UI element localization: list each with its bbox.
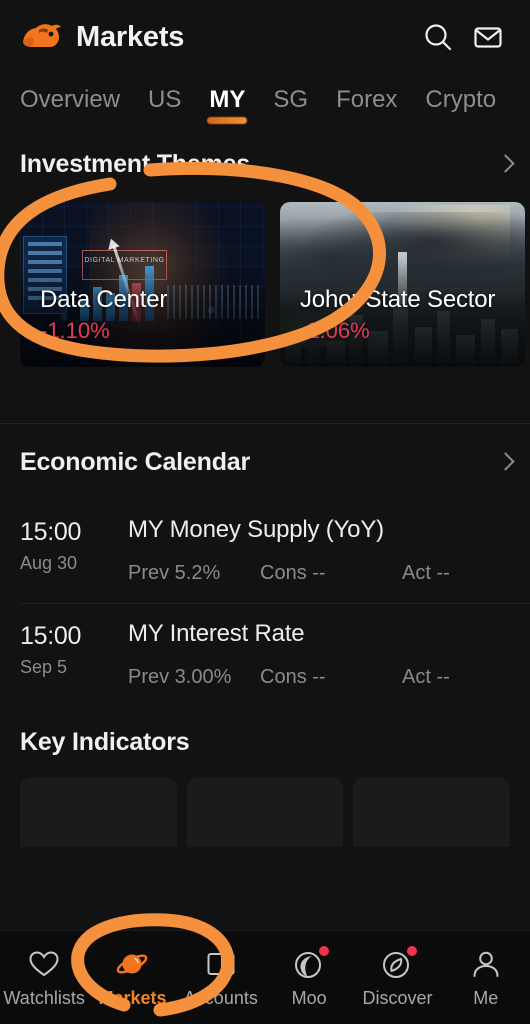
- calendar-cons: Cons --: [260, 666, 326, 688]
- calendar-stats: Prev 5.2% Cons -- Act --: [128, 562, 510, 585]
- bottom-navigation: Watchlists Markets Accounts Moo Discover…: [0, 930, 530, 1024]
- app-header: Markets: [0, 0, 530, 74]
- tab-overview[interactable]: Overview: [20, 85, 120, 115]
- chevron-right-icon[interactable]: [499, 154, 510, 174]
- calendar-time: 15:00: [20, 622, 82, 650]
- nav-item-me[interactable]: Me: [442, 947, 530, 1008]
- calendar-act: Act --: [402, 562, 450, 584]
- card-icon: [204, 947, 238, 981]
- key-indicators-cards: [0, 777, 530, 847]
- nav-item-moo[interactable]: Moo: [265, 946, 353, 1008]
- search-icon[interactable]: [416, 15, 460, 59]
- notification-badge: [319, 946, 330, 956]
- calendar-event: MY Money Supply (YoY): [128, 516, 384, 543]
- theme-change: -1.10%: [40, 318, 110, 343]
- key-indicators-title: Key Indicators: [20, 727, 190, 756]
- page-title: Markets: [76, 20, 185, 53]
- calendar-date: Aug 30: [20, 553, 78, 573]
- calendar-prev: Prev 3.00%: [128, 666, 232, 688]
- economic-calendar-header[interactable]: Economic Calendar: [0, 424, 530, 500]
- economic-calendar-section: Economic Calendar 15:00 Aug 30 MY Money …: [0, 424, 530, 707]
- table-row[interactable]: 15:00 Sep 5 MY Interest Rate Prev 3.00% …: [0, 604, 530, 707]
- tab-forex[interactable]: Forex: [336, 85, 397, 115]
- nav-label: Discover: [362, 988, 433, 1008]
- key-indicator-card[interactable]: [186, 777, 344, 847]
- nav-label: Moo: [291, 988, 327, 1008]
- calendar-date: Sep 5: [20, 657, 68, 677]
- nav-item-accounts[interactable]: Accounts: [177, 947, 265, 1008]
- nav-label: Accounts: [183, 988, 258, 1008]
- heart-icon: [27, 947, 61, 981]
- theme-card-data-center[interactable]: DIGITAL MARKETING Data Center -1.10%: [20, 202, 265, 367]
- compass-icon: [380, 946, 418, 981]
- calendar-when: 15:00 Sep 5: [20, 618, 114, 689]
- section-gap: [0, 377, 530, 423]
- moomoo-bull-logo: [20, 20, 64, 54]
- tab-us[interactable]: US: [148, 85, 181, 115]
- nav-label: Me: [473, 988, 499, 1008]
- nav-item-markets[interactable]: Markets: [88, 947, 176, 1008]
- market-tabs[interactable]: Overview US MY SG Forex Crypto: [0, 74, 530, 126]
- notification-badge: [407, 946, 418, 956]
- tab-crypto[interactable]: Crypto: [425, 85, 496, 115]
- chevron-right-icon[interactable]: [499, 452, 510, 472]
- nav-label: Markets: [98, 988, 167, 1008]
- calendar-act: Act --: [402, 666, 450, 688]
- theme-name: Johor State Sector: [300, 286, 496, 313]
- economic-calendar-title: Economic Calendar: [20, 447, 250, 476]
- theme-card-list: DIGITAL MARKETING Data Center -1.10%: [20, 202, 525, 377]
- calendar-stats: Prev 3.00% Cons -- Act --: [128, 666, 510, 689]
- markets-screen: Markets Overview US MY SG Forex Crypto I…: [0, 0, 530, 1024]
- calendar-time: 15:00: [20, 518, 82, 546]
- nav-item-watchlists[interactable]: Watchlists: [0, 947, 88, 1008]
- mail-icon[interactable]: [466, 15, 510, 59]
- table-row[interactable]: 15:00 Aug 30 MY Money Supply (YoY) Prev …: [0, 500, 530, 603]
- tab-my[interactable]: MY: [209, 85, 245, 115]
- nav-item-discover[interactable]: Discover: [353, 946, 441, 1008]
- person-icon: [469, 947, 503, 981]
- calendar-body: MY Money Supply (YoY) Prev 5.2% Cons -- …: [114, 514, 510, 585]
- calendar-event: MY Interest Rate: [128, 620, 305, 647]
- theme-name: Data Center: [40, 286, 168, 313]
- investment-themes-title: Investment Themes: [20, 149, 251, 178]
- key-indicator-card[interactable]: [353, 777, 511, 847]
- investment-themes-header[interactable]: Investment Themes: [20, 126, 510, 202]
- moo-icon: [292, 946, 330, 981]
- planet-icon: [115, 947, 149, 981]
- theme-card-johor-state-sector[interactable]: Johor State Sector -2.06%: [280, 202, 525, 367]
- calendar-when: 15:00 Aug 30: [20, 514, 114, 585]
- nav-label: Watchlists: [3, 988, 85, 1008]
- tab-sg[interactable]: SG: [273, 85, 308, 115]
- key-indicator-card[interactable]: [20, 777, 177, 847]
- key-indicators-header[interactable]: Key Indicators: [0, 707, 530, 777]
- investment-themes-section: Investment Themes DIGITAL MARKETING: [0, 126, 530, 377]
- calendar-body: MY Interest Rate Prev 3.00% Cons -- Act …: [114, 618, 510, 689]
- theme-change: -2.06%: [300, 318, 370, 343]
- calendar-prev: Prev 5.2%: [128, 562, 221, 584]
- calendar-cons: Cons --: [260, 562, 326, 584]
